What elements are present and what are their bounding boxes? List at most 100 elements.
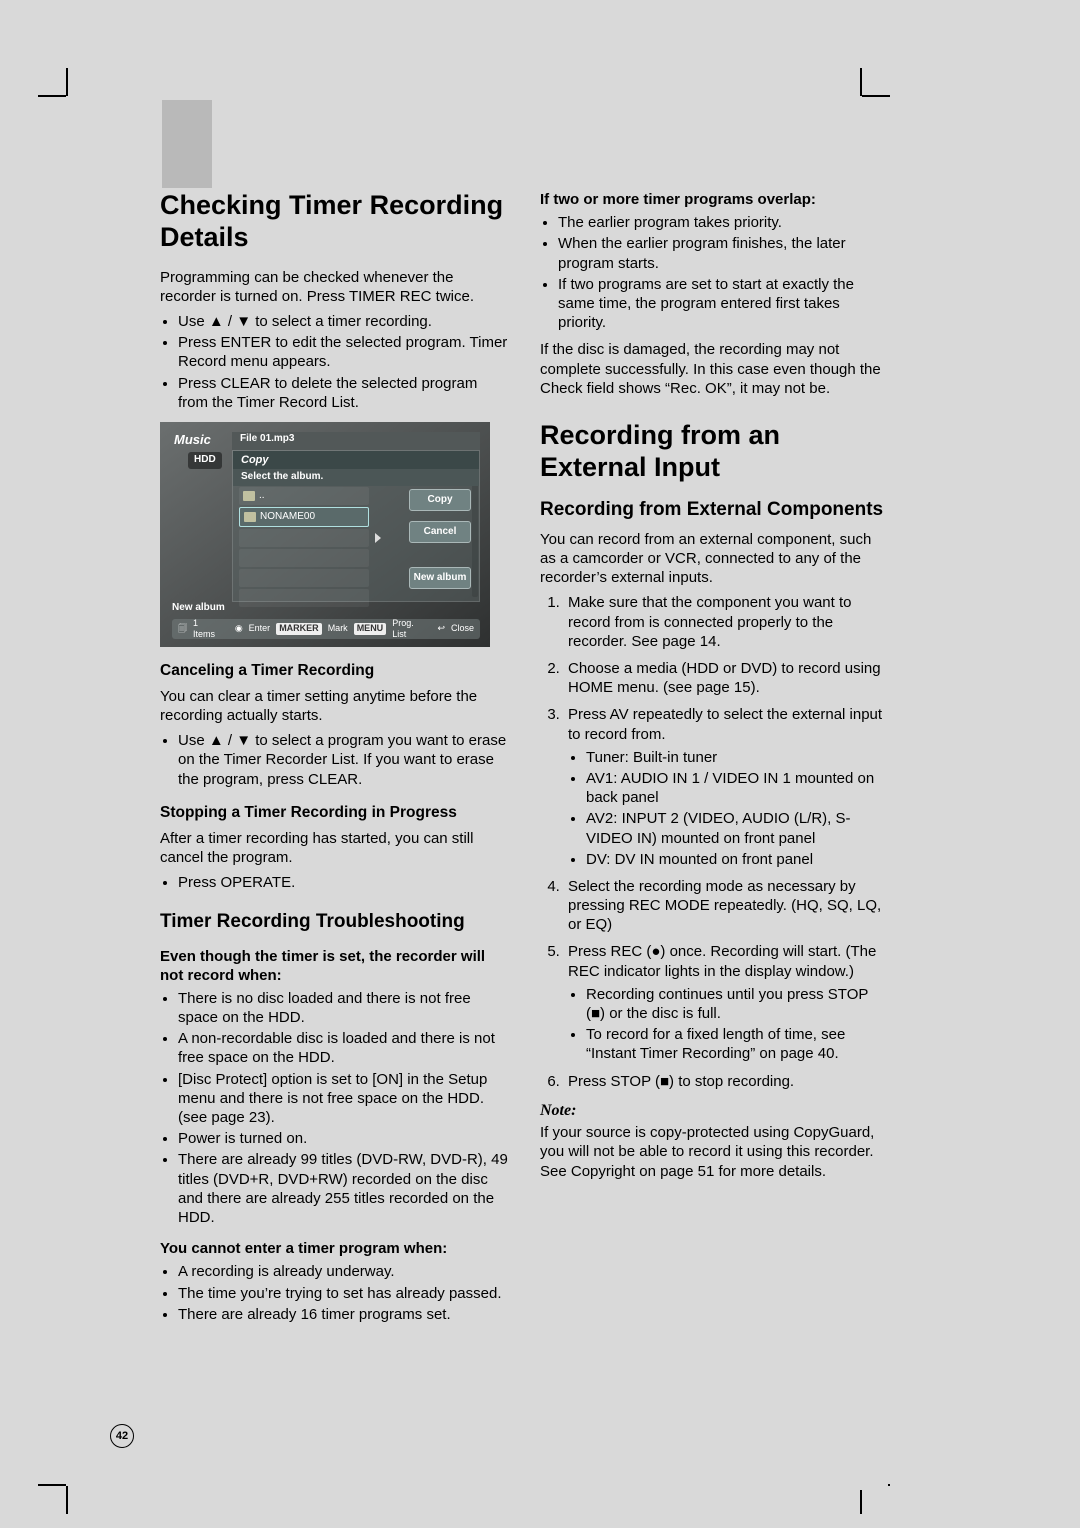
heading-checking-timer: Checking Timer Recording Details: [160, 190, 508, 254]
stop-bullets: Press OPERATE.: [160, 873, 508, 892]
osd-newalbum-side: New album: [172, 602, 225, 615]
bullet: [Disc Protect] option is set to [ON] in …: [178, 1070, 508, 1128]
osd-album-list: .. NONAME00: [239, 487, 369, 595]
page-number-badge: 42: [110, 1424, 134, 1448]
bullet: A non-recordable disc is loaded and ther…: [178, 1029, 508, 1067]
osd-buttons: Copy Cancel New album: [409, 489, 471, 589]
crop-mark: [66, 1486, 68, 1514]
page-number: 42: [116, 1429, 128, 1443]
right-column: If two or more timer programs overlap: T…: [540, 190, 888, 1332]
heading-stop: Stopping a Timer Recording in Progress: [160, 803, 508, 823]
heading-external-input: Recording from an External Input: [540, 420, 888, 484]
side-tab: [162, 100, 212, 188]
bullet: Press ENTER to edit the selected program…: [178, 333, 508, 371]
step-5-text: Press REC (●) once. Recording will start…: [568, 943, 876, 979]
bullet: The earlier program takes priority.: [558, 213, 888, 232]
bullet: Recording continues until you press STOP…: [586, 985, 888, 1023]
crop-mark: [38, 95, 66, 97]
note-body: If your source is copy-protected using C…: [540, 1123, 888, 1181]
osd-footer-marker: MARKER: [276, 623, 322, 635]
osd-newalbum-button: New album: [409, 567, 471, 589]
osd-row-selected: NONAME00: [239, 507, 369, 527]
osd-row-empty: [239, 589, 369, 607]
crop-mark: [38, 1484, 66, 1486]
bullet: Press CLEAR to delete the selected progr…: [178, 374, 508, 412]
osd-row-label: ..: [259, 490, 265, 503]
crop-mark: [66, 68, 68, 96]
bullet: When the earlier program finishes, the l…: [558, 234, 888, 272]
osd-hdd-label: HDD: [188, 452, 222, 469]
left-column: Checking Timer Recording Details Program…: [160, 190, 508, 1332]
heading-even-though: Even though the timer is set, the record…: [160, 947, 508, 985]
step-6: Press STOP (■) to stop recording.: [564, 1072, 888, 1091]
cannot-bullets: A recording is already underway. The tim…: [160, 1262, 508, 1324]
step-3-text: Press AV repeatedly to select the extern…: [568, 706, 882, 742]
bullet: There are already 99 titles (DVD-RW, DVD…: [178, 1150, 508, 1227]
osd-row-empty: [239, 569, 369, 587]
bullet: Use ▲ / ▼ to select a program you want t…: [178, 731, 508, 789]
heading-overlap: If two or more timer programs overlap:: [540, 190, 888, 209]
external-steps: Make sure that the component you want to…: [540, 593, 888, 1090]
heading-troubleshooting: Timer Recording Troubleshooting: [160, 910, 508, 934]
crop-mark: [862, 95, 890, 97]
bullet: AV1: AUDIO IN 1 / VIDEO IN 1 mounted on …: [586, 769, 888, 807]
bullet: There is no disc loaded and there is not…: [178, 989, 508, 1027]
osd-copy-window: Copy Select the album. .. NONAME00: [232, 450, 480, 602]
folder-icon: [244, 512, 256, 522]
osd-footer-proglist: Prog. List: [392, 618, 425, 641]
damaged-paragraph: If the disc is damaged, the recording ma…: [540, 340, 888, 398]
even-bullets: There is no disc loaded and there is not…: [160, 989, 508, 1227]
osd-footer: 🗐 1 Items ◉ Enter MARKER Mark MENU Prog.…: [172, 619, 480, 639]
heading-cannot-enter: You cannot enter a timer program when:: [160, 1239, 508, 1258]
crop-mark: [860, 1486, 862, 1514]
osd-music-label: Music: [174, 432, 211, 449]
osd-footer-enter: Enter: [249, 623, 271, 635]
overlap-bullets: The earlier program takes priority. When…: [540, 213, 888, 332]
osd-cancel-button: Cancel: [409, 521, 471, 543]
osd-arrow-icon: [375, 533, 381, 543]
heading-external-components: Recording from External Components: [540, 498, 888, 522]
external-intro: You can record from an external componen…: [540, 530, 888, 588]
bullet: Power is turned on.: [178, 1129, 508, 1148]
step-1: Make sure that the component you want to…: [564, 593, 888, 651]
bullet: A recording is already underway.: [178, 1262, 508, 1281]
osd-row-empty: [239, 549, 369, 567]
bullet: Press OPERATE.: [178, 873, 508, 892]
page-content: Checking Timer Recording Details Program…: [72, 100, 888, 1490]
bullet: Use ▲ / ▼ to select a timer recording.: [178, 312, 508, 331]
osd-screenshot: Music HDD File 01.mp3 Copy Select the al…: [160, 422, 490, 647]
cancel-paragraph: You can clear a timer setting anytime be…: [160, 687, 508, 725]
heading-cancel: Canceling a Timer Recording: [160, 661, 508, 681]
folder-icon: [243, 491, 255, 501]
osd-copy-button: Copy: [409, 489, 471, 511]
note-label: Note:: [540, 1101, 888, 1121]
step-5-sub: Recording continues until you press STOP…: [568, 985, 888, 1064]
bullet: There are already 16 timer programs set.: [178, 1305, 508, 1324]
osd-row-label: NONAME00: [260, 511, 315, 524]
osd-footer-close: Close: [451, 623, 474, 635]
osd-file-bar: File 01.mp3: [232, 432, 480, 450]
step-2: Choose a media (HDD or DVD) to record us…: [564, 659, 888, 697]
bullet: DV: DV IN mounted on front panel: [586, 850, 888, 869]
osd-row-empty: [239, 529, 369, 547]
osd-footer-menu: MENU: [354, 623, 387, 635]
osd-window-subtitle: Select the album.: [233, 469, 479, 486]
osd-row-up: ..: [239, 487, 369, 505]
cancel-bullets: Use ▲ / ▼ to select a program you want t…: [160, 731, 508, 789]
intro-paragraph: Programming can be checked whenever the …: [160, 268, 508, 306]
crop-mark: [860, 68, 862, 96]
bullet: If two programs are set to start at exac…: [558, 275, 888, 333]
step-3: Press AV repeatedly to select the extern…: [564, 705, 888, 869]
osd-window-title: Copy: [233, 451, 479, 469]
manual-page: Checking Timer Recording Details Program…: [0, 0, 1080, 1528]
osd-footer-mark: Mark: [328, 623, 348, 635]
step-5: Press REC (●) once. Recording will start…: [564, 942, 888, 1063]
step-4: Select the recording mode as necessary b…: [564, 877, 888, 935]
bullet: The time you’re trying to set has alread…: [178, 1284, 508, 1303]
stop-paragraph: After a timer recording has started, you…: [160, 829, 508, 867]
bullet: AV2: INPUT 2 (VIDEO, AUDIO (L/R), S-VIDE…: [586, 809, 888, 847]
step-3-sub: Tuner: Built-in tuner AV1: AUDIO IN 1 / …: [568, 748, 888, 869]
bullet: To record for a fixed length of time, se…: [586, 1025, 888, 1063]
intro-bullets: Use ▲ / ▼ to select a timer recording. P…: [160, 312, 508, 412]
bullet: Tuner: Built-in tuner: [586, 748, 888, 767]
